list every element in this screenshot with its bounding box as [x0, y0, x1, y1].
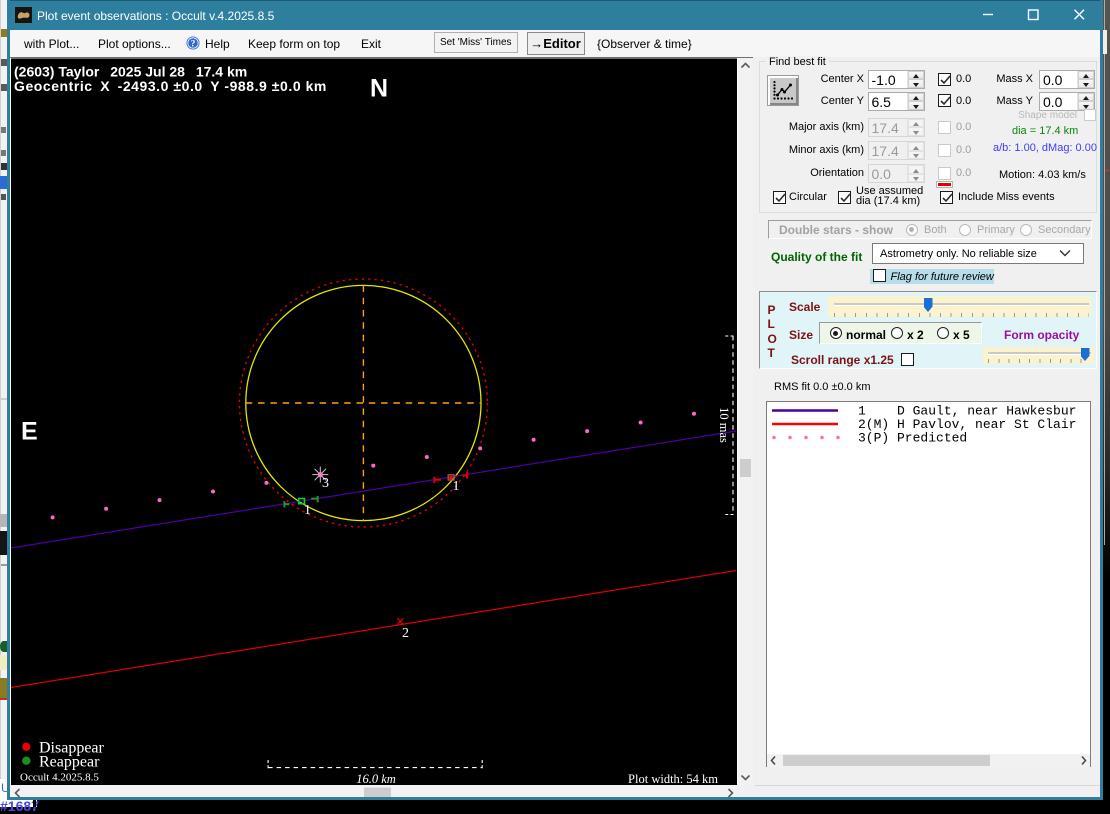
svg-text:16.0 km: 16.0 km: [356, 772, 396, 785]
svg-text:N: N: [370, 74, 388, 102]
svg-text:Geocentric X -2493.0 ±0.0 Y -9: Geocentric X -2493.0 ±0.0 Y -988.9 ±0.0 …: [14, 78, 327, 94]
svg-text:10 mas: 10 mas: [717, 407, 731, 443]
svg-text:1: 1: [453, 479, 460, 494]
svg-text:2: 2: [402, 626, 409, 641]
svg-text:1: 1: [304, 503, 311, 518]
svg-text:?: ?: [191, 40, 196, 50]
svg-text:Reappear: Reappear: [39, 753, 100, 770]
svg-text:Plot width: 54 km: Plot width: 54 km: [628, 772, 718, 785]
svg-text:Occult 4.2025.8.5: Occult 4.2025.8.5: [20, 771, 99, 783]
svg-text:3(P) Predicted: 3(P) Predicted: [858, 431, 967, 446]
svg-text:3: 3: [322, 476, 329, 491]
svg-text:E: E: [21, 417, 38, 445]
